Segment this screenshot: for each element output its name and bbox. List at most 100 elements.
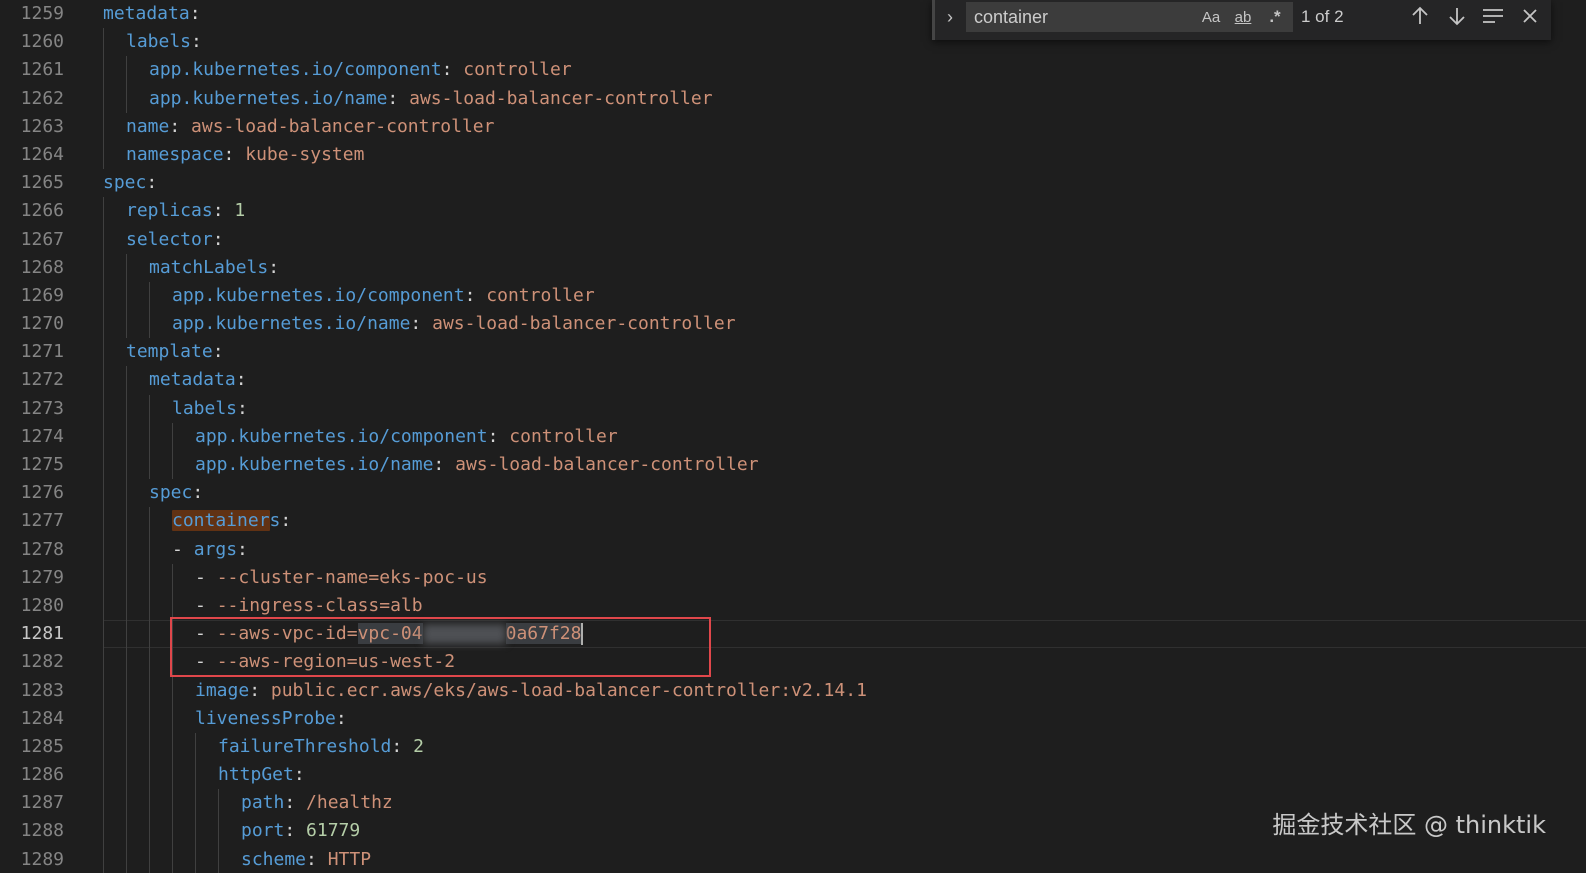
line-content[interactable]: - --aws-region=us-west-2 (103, 648, 455, 677)
arrow-down-icon[interactable] (1443, 2, 1471, 30)
code-token: vpc-04 (357, 623, 423, 645)
line-content[interactable]: spec: (103, 169, 157, 197)
indent-guide (103, 676, 126, 705)
code-lines[interactable]: 1259 metadata: 1260 labels: 1261 app.kubernet… (0, 0, 1586, 873)
line-content[interactable]: metadata: (103, 366, 247, 395)
indent-guide (149, 704, 172, 733)
line-content[interactable]: app.kubernetes.io/component: controller (103, 422, 618, 451)
line-number: 1263 (20, 115, 64, 137)
line-content[interactable]: containers: (103, 507, 291, 536)
line-content[interactable]: spec: (103, 479, 203, 508)
code-token: app.kubernetes.io/component (195, 425, 488, 447)
code-editor[interactable]: 1259 metadata: 1260 labels: 1261 app.kubernet… (0, 0, 1586, 873)
line-content[interactable]: - --cluster-name=eks-poc-us (103, 563, 488, 592)
code-line[interactable]: 1266 replicas: 1 (0, 197, 1586, 226)
code-line[interactable]: 1262 app.kubernetes.io/name: aws-load-bal… (0, 84, 1586, 113)
code-line[interactable]: 1271 template: (0, 338, 1586, 367)
line-content[interactable]: matchLabels: (103, 253, 279, 282)
line-content[interactable]: app.kubernetes.io/component: controller (103, 281, 595, 311)
use-regex-toggle[interactable]: .* (1261, 5, 1289, 29)
code-token: : (284, 792, 307, 814)
line-content[interactable]: app.kubernetes.io/name: aws-load-balance… (103, 310, 736, 339)
line-number: 1261 (20, 59, 64, 81)
close-icon[interactable] (1516, 2, 1544, 30)
line-content[interactable]: failureThreshold: 2 (103, 732, 424, 762)
code-line[interactable]: 1282 - --aws-region=us-west-2 (0, 648, 1586, 677)
line-content[interactable]: image: public.ecr.aws/eks/aws-load-balan… (103, 676, 867, 705)
line-content[interactable]: labels: (103, 28, 202, 57)
code-line[interactable]: 1276 spec: (0, 479, 1586, 508)
indent-guide (126, 281, 149, 311)
code-line[interactable]: 1269 app.kubernetes.io/component: control… (0, 281, 1586, 311)
chevron-right-icon[interactable]: › (939, 4, 961, 30)
line-number: 1285 (20, 735, 64, 757)
code-line[interactable]: 1278 - args: (0, 535, 1586, 564)
line-content[interactable]: metadata: (103, 0, 201, 28)
indent-guide (126, 253, 149, 282)
line-content[interactable]: selector: (103, 225, 224, 254)
line-content[interactable]: replicas: 1 (103, 197, 245, 226)
indent-guide (195, 732, 218, 762)
code-line[interactable]: 1281 - --aws-vpc-id=vpc-04 0a67f28 (0, 620, 1586, 649)
line-content[interactable]: scheme: HTTP (103, 845, 371, 873)
line-number: 1273 (20, 397, 64, 419)
code-line[interactable]: 1285 failureThreshold: 2 (0, 732, 1586, 762)
line-content[interactable]: path: /healthz (103, 789, 393, 818)
code-line[interactable]: 1267 selector: (0, 225, 1586, 254)
match-whole-word-toggle[interactable]: ab (1229, 5, 1257, 29)
line-content[interactable]: labels: (103, 394, 248, 423)
indent-guide (195, 817, 218, 846)
line-content[interactable]: - --aws-vpc-id=vpc-04 0a67f28 (103, 620, 584, 649)
code-line[interactable]: 1274 app.kubernetes.io/component: control… (0, 422, 1586, 451)
code-line[interactable]: 1273 labels: (0, 394, 1586, 423)
code-line[interactable]: 1280 - --ingress-class=alb (0, 591, 1586, 621)
line-content[interactable]: - --ingress-class=alb (103, 591, 423, 621)
code-line[interactable]: 1261 app.kubernetes.io/component: control… (0, 56, 1586, 85)
find-widget: › Aa ab .* 1 of 2 (932, 0, 1551, 40)
code-line[interactable]: 1284 livenessProbe: (0, 704, 1586, 733)
code-line[interactable]: 1279 - --cluster-name=eks-poc-us (0, 563, 1586, 592)
code-line[interactable]: 1272 metadata: (0, 366, 1586, 395)
indent-guide (103, 56, 126, 85)
line-content[interactable]: port: 61779 (103, 817, 360, 846)
indent-guide (149, 676, 172, 705)
line-number: 1277 (20, 510, 64, 532)
arrow-up-icon[interactable] (1406, 2, 1434, 30)
indent-guide (126, 648, 149, 677)
code-token: : (410, 313, 433, 335)
code-line[interactable]: 1277 containers: (0, 507, 1586, 536)
line-content[interactable]: livenessProbe: (103, 704, 347, 733)
code-token: args (193, 538, 238, 560)
line-content[interactable]: name: aws-load-balancer-controller (103, 112, 494, 141)
code-line[interactable]: 1270 app.kubernetes.io/name: aws-load-bal… (0, 310, 1586, 339)
find-input[interactable] (974, 2, 1194, 32)
line-content[interactable]: app.kubernetes.io/name: aws-load-balance… (103, 84, 713, 113)
line-content[interactable]: httpGet: (103, 761, 305, 790)
line-number: 1268 (20, 256, 64, 278)
line-content[interactable]: - args: (103, 535, 248, 564)
line-content[interactable]: template: (103, 338, 224, 367)
code-line[interactable]: 1263 name: aws-load-balancer-controller (0, 112, 1586, 141)
code-line[interactable]: 1283 image: public.ecr.aws/eks/aws-load-b… (0, 676, 1586, 705)
indent-guide (172, 732, 195, 762)
code-line[interactable]: 1265 spec: (0, 169, 1586, 197)
code-line[interactable]: 1289 scheme: HTTP (0, 845, 1586, 873)
indent-guide (126, 451, 149, 480)
code-token: 0a67f28 (505, 623, 582, 645)
indent-guide (195, 845, 218, 873)
line-content[interactable]: app.kubernetes.io/name: aws-load-balance… (103, 451, 759, 480)
indent-guide (218, 789, 241, 818)
code-line[interactable]: 1264 namespace: kube-system (0, 140, 1586, 170)
find-in-selection-icon[interactable] (1479, 2, 1507, 30)
indent-guide (103, 648, 126, 677)
line-number: 1276 (20, 482, 64, 504)
code-token: namespace (126, 143, 224, 165)
code-line[interactable]: 1275 app.kubernetes.io/name: aws-load-bal… (0, 451, 1586, 480)
line-content[interactable]: app.kubernetes.io/component: controller (103, 56, 572, 85)
line-number: 1269 (20, 284, 64, 306)
code-line[interactable]: 1268 matchLabels: (0, 253, 1586, 282)
match-case-toggle[interactable]: Aa (1197, 5, 1225, 29)
code-line[interactable]: 1286 httpGet: (0, 761, 1586, 790)
code-token: : (433, 454, 456, 475)
line-content[interactable]: namespace: kube-system (103, 140, 364, 170)
